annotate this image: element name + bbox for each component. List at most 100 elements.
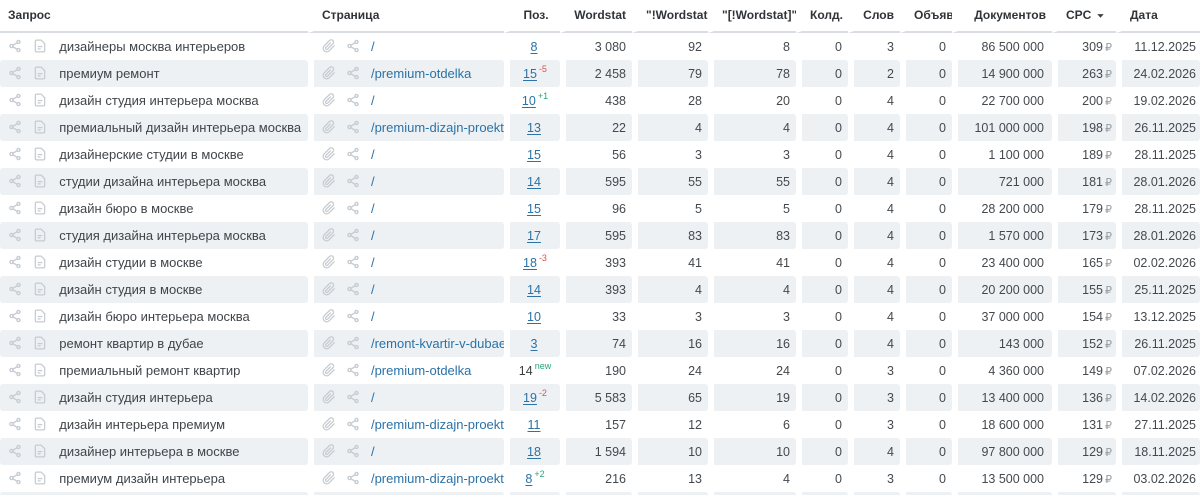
document-icon[interactable]: [33, 147, 47, 161]
share-icon[interactable]: [8, 174, 22, 188]
share-icon[interactable]: [346, 255, 360, 269]
share-icon[interactable]: [8, 282, 22, 296]
query-text[interactable]: дизайнеры москва интерьеров: [59, 39, 245, 54]
document-icon[interactable]: [33, 255, 47, 269]
column-header-wordstat[interactable]: Wordstat: [560, 0, 632, 33]
share-icon[interactable]: [8, 471, 22, 485]
paperclip-icon[interactable]: [322, 174, 336, 188]
paperclip-icon[interactable]: [322, 444, 336, 458]
paperclip-icon[interactable]: [322, 282, 336, 296]
page-link[interactable]: /remont-kvartir-v-dubae: [371, 336, 504, 351]
page-link[interactable]: /: [371, 255, 375, 270]
column-header-docs[interactable]: Документов: [952, 0, 1052, 33]
paperclip-icon[interactable]: [322, 309, 336, 323]
document-icon[interactable]: [33, 444, 47, 458]
column-header-slov[interactable]: Слов: [848, 0, 900, 33]
share-icon[interactable]: [346, 66, 360, 80]
page-link[interactable]: /: [371, 228, 375, 243]
document-icon[interactable]: [33, 390, 47, 404]
query-text[interactable]: ремонт квартир в дубае: [59, 336, 203, 351]
document-icon[interactable]: [33, 336, 47, 350]
share-icon[interactable]: [346, 39, 360, 53]
page-link[interactable]: /premium-otdelka: [371, 363, 471, 378]
share-icon[interactable]: [8, 255, 22, 269]
page-link[interactable]: /: [371, 444, 375, 459]
share-icon[interactable]: [8, 93, 22, 107]
paperclip-icon[interactable]: [322, 228, 336, 242]
page-link[interactable]: /: [371, 93, 375, 108]
query-text[interactable]: премиальный ремонт квартир: [59, 363, 240, 378]
share-icon[interactable]: [346, 309, 360, 323]
document-icon[interactable]: [33, 417, 47, 431]
document-icon[interactable]: [33, 93, 47, 107]
query-text[interactable]: дизайн бюро в москве: [59, 201, 193, 216]
document-icon[interactable]: [33, 201, 47, 215]
share-icon[interactable]: [8, 444, 22, 458]
column-header-wordstat-exact[interactable]: "!Wordstat": [632, 0, 708, 33]
position-link[interactable]: 3: [531, 338, 538, 352]
document-icon[interactable]: [33, 309, 47, 323]
query-text[interactable]: премиум ремонт: [59, 66, 159, 81]
position-link[interactable]: 14: [519, 365, 533, 379]
share-icon[interactable]: [346, 363, 360, 377]
page-link[interactable]: /: [371, 201, 375, 216]
query-text[interactable]: дизайн интерьера премиум: [59, 417, 225, 432]
column-header-query[interactable]: Запрос: [0, 0, 308, 33]
paperclip-icon[interactable]: [322, 93, 336, 107]
position-link[interactable]: 15: [527, 203, 541, 217]
paperclip-icon[interactable]: [322, 201, 336, 215]
page-link[interactable]: /premium-dizajn-proekt: [371, 471, 504, 486]
share-icon[interactable]: [8, 66, 22, 80]
query-text[interactable]: дизайнер интерьера в москве: [59, 444, 239, 459]
paperclip-icon[interactable]: [322, 147, 336, 161]
share-icon[interactable]: [8, 390, 22, 404]
query-text[interactable]: студия дизайна интерьера москва: [59, 228, 266, 243]
position-link[interactable]: 10: [527, 311, 541, 325]
query-text[interactable]: премиальный дизайн интерьера москва: [59, 120, 301, 135]
column-header-position[interactable]: Поз.: [504, 0, 560, 33]
share-icon[interactable]: [8, 336, 22, 350]
document-icon[interactable]: [33, 66, 47, 80]
paperclip-icon[interactable]: [322, 471, 336, 485]
position-link[interactable]: 19: [523, 392, 537, 406]
share-icon[interactable]: [8, 417, 22, 431]
query-text[interactable]: премиум дизайн интерьера: [59, 471, 225, 486]
position-link[interactable]: 18: [527, 446, 541, 460]
document-icon[interactable]: [33, 282, 47, 296]
document-icon[interactable]: [33, 471, 47, 485]
column-header-page[interactable]: Страница: [308, 0, 504, 33]
share-icon[interactable]: [346, 93, 360, 107]
page-link[interactable]: /: [371, 147, 375, 162]
share-icon[interactable]: [8, 39, 22, 53]
position-link[interactable]: 14: [527, 176, 541, 190]
share-icon[interactable]: [8, 228, 22, 242]
share-icon[interactable]: [346, 417, 360, 431]
query-text[interactable]: дизайн студия в москве: [59, 282, 202, 297]
position-link[interactable]: 15: [527, 149, 541, 163]
query-text[interactable]: дизайн студия интерьера москва: [59, 93, 258, 108]
document-icon[interactable]: [33, 228, 47, 242]
position-link[interactable]: 11: [528, 419, 541, 433]
page-link[interactable]: /: [371, 282, 375, 297]
position-link[interactable]: 14: [527, 284, 541, 298]
share-icon[interactable]: [8, 147, 22, 161]
share-icon[interactable]: [8, 363, 22, 377]
share-icon[interactable]: [346, 390, 360, 404]
position-link[interactable]: 13: [527, 122, 541, 136]
page-link[interactable]: /: [371, 39, 375, 54]
paperclip-icon[interactable]: [322, 255, 336, 269]
document-icon[interactable]: [33, 39, 47, 53]
share-icon[interactable]: [346, 174, 360, 188]
position-link[interactable]: 10: [522, 95, 536, 109]
page-link[interactable]: /: [371, 309, 375, 324]
query-text[interactable]: дизайнерские студии в москве: [59, 147, 243, 162]
paperclip-icon[interactable]: [322, 363, 336, 377]
page-link[interactable]: /premium-dizajn-proekt: [371, 120, 504, 135]
paperclip-icon[interactable]: [322, 66, 336, 80]
share-icon[interactable]: [8, 309, 22, 323]
paperclip-icon[interactable]: [322, 390, 336, 404]
column-header-obyav[interactable]: Объяв: [900, 0, 952, 33]
paperclip-icon[interactable]: [322, 417, 336, 431]
column-header-cpc[interactable]: CPC: [1052, 0, 1116, 33]
page-link[interactable]: /premium-otdelka: [371, 66, 471, 81]
